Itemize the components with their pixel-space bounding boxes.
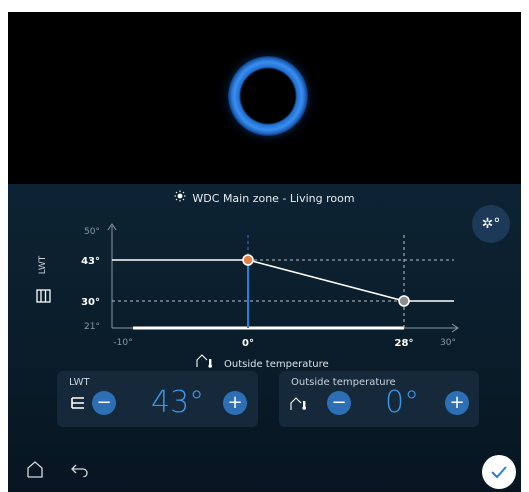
outside-increase-button[interactable]: + [445,391,469,415]
lwt-value: 43° [151,385,205,420]
check-icon [491,466,507,479]
lwt-panel-label: LWT [69,377,90,388]
outside-decrease-button[interactable]: − [327,391,351,415]
home-button[interactable] [26,460,44,482]
back-button[interactable] [71,462,89,481]
house-thermometer-icon [290,396,308,415]
curve-point-active[interactable] [242,254,254,266]
y-tick-30: 30° [81,297,100,308]
radiator-icon [70,395,86,415]
curve-point-end[interactable] [398,295,410,307]
x-tick-30: 30° [440,338,456,348]
confirm-button[interactable] [482,455,516,489]
outside-panel-label: Outside temperature [291,377,396,388]
lwt-increase-button[interactable]: + [223,391,247,415]
home-icon [27,461,43,478]
x-axis-label: Outside temperature [224,359,329,370]
y-axis-label: LWT [38,255,48,274]
y-tick-21: 21° [84,322,100,332]
house-thermometer-icon [196,354,212,368]
lwt-decrease-button[interactable]: − [92,391,116,415]
x-tick-neg10: -10° [113,338,132,348]
y-tick-43: 43° [81,256,100,267]
lwt-panel: LWT − 43° + [57,371,258,427]
outside-value: 0° [385,385,420,420]
x-tick-0: 0° [242,338,254,349]
y-tick-50: 50° [84,227,100,237]
back-icon [71,464,88,478]
outside-panel: Outside temperature − 0° + [279,371,479,427]
radiator-icon [36,289,51,303]
heating-curve-line [112,259,454,302]
x-tick-28: 28° [395,338,414,349]
